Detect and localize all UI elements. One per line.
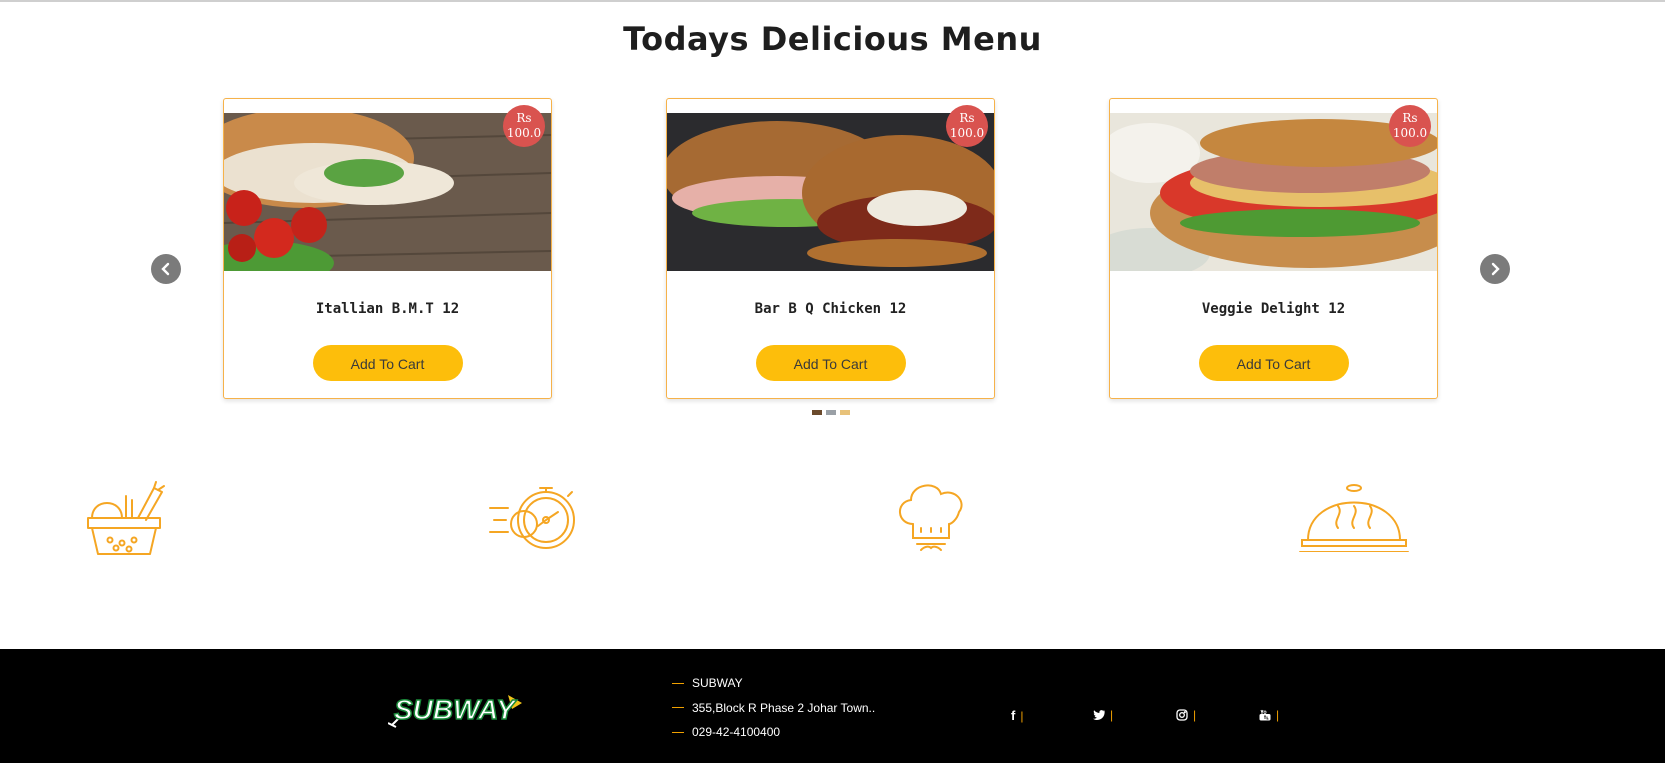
footer-info: SUBWAY 355,Block R Phase 2 Johar Town.. … — [672, 671, 875, 745]
add-to-cart-button[interactable]: Add To Cart — [755, 345, 906, 381]
serving-cloche-icon — [1298, 480, 1410, 557]
fast-stopwatch-icon — [488, 480, 582, 557]
sandwich-image — [1110, 113, 1437, 271]
carousel-next-button[interactable] — [1480, 254, 1510, 284]
menu-card: Rs 100.0 Bar B Q Chicken 12 Add To Cart — [666, 98, 995, 399]
chevron-right-icon — [1491, 262, 1500, 276]
sandwich-image — [667, 113, 994, 271]
facebook-icon: f — [1011, 708, 1016, 723]
carousel-indicator[interactable] — [812, 410, 822, 415]
menu-item-name: Itallian B.M.T 12 — [315, 301, 460, 317]
footer-info-row: SUBWAY — [672, 671, 875, 696]
price-badge: Rs 100.0 — [946, 105, 988, 147]
social-divider: | — [1193, 708, 1197, 722]
price-currency: Rs — [959, 111, 975, 125]
company-name: SUBWAY — [692, 676, 743, 691]
instagram-icon — [1176, 709, 1188, 721]
chef-hat-icon — [893, 480, 969, 557]
footer-info-row: 355,Block R Phase 2 Johar Town.. — [672, 696, 875, 721]
logo-text: SUBWAY — [394, 694, 517, 725]
twitter-icon — [1093, 710, 1105, 720]
price-value: 100.0 — [949, 126, 985, 140]
menu-card: Rs 100.0 Veggie Delight 12 Add To Cart — [1109, 98, 1438, 399]
youtube-icon — [1259, 709, 1271, 721]
instagram-link[interactable]: | — [1176, 708, 1196, 722]
add-to-cart-button[interactable]: Add To Cart — [312, 345, 463, 381]
add-to-cart-button[interactable]: Add To Cart — [1198, 345, 1349, 381]
price-value: 100.0 — [1392, 126, 1428, 140]
menu-item-name: Bar B Q Chicken 12 — [754, 301, 907, 317]
facebook-link[interactable]: f | — [1011, 708, 1023, 723]
sandwich-image — [224, 113, 551, 271]
page-title: Todays Delicious Menu — [623, 20, 1042, 58]
footer-info-row: 029-42-4100400 — [672, 720, 875, 745]
price-badge: Rs 100.0 — [1389, 105, 1431, 147]
carousel-prev-button[interactable] — [151, 254, 181, 284]
carousel-indicator[interactable] — [840, 410, 850, 415]
price-badge: Rs 100.0 — [503, 105, 545, 147]
carousel-indicator[interactable] — [826, 410, 836, 415]
chevron-left-icon — [161, 262, 170, 276]
youtube-link[interactable]: | — [1259, 708, 1279, 722]
grocery-basket-icon — [84, 480, 166, 563]
social-divider: | — [1110, 708, 1114, 722]
social-divider: | — [1276, 708, 1280, 722]
menu-card: Rs 100.0 Itallian B.M.T 12 Add To Cart — [223, 98, 552, 399]
twitter-link[interactable]: | — [1093, 708, 1113, 722]
social-divider: | — [1020, 708, 1024, 723]
phone-text: 029-42-4100400 — [692, 725, 781, 740]
carousel-indicators — [812, 410, 850, 415]
site-footer: SUBWAY SUBWAY 355,Block R Phase 2 Johar … — [0, 649, 1665, 763]
price-currency: Rs — [516, 111, 532, 125]
subway-logo[interactable]: SUBWAY — [387, 689, 522, 734]
menu-item-name: Veggie Delight 12 — [1201, 301, 1346, 317]
price-currency: Rs — [1402, 111, 1418, 125]
price-value: 100.0 — [506, 126, 542, 140]
address-text: 355,Block R Phase 2 Johar Town.. — [692, 700, 876, 715]
